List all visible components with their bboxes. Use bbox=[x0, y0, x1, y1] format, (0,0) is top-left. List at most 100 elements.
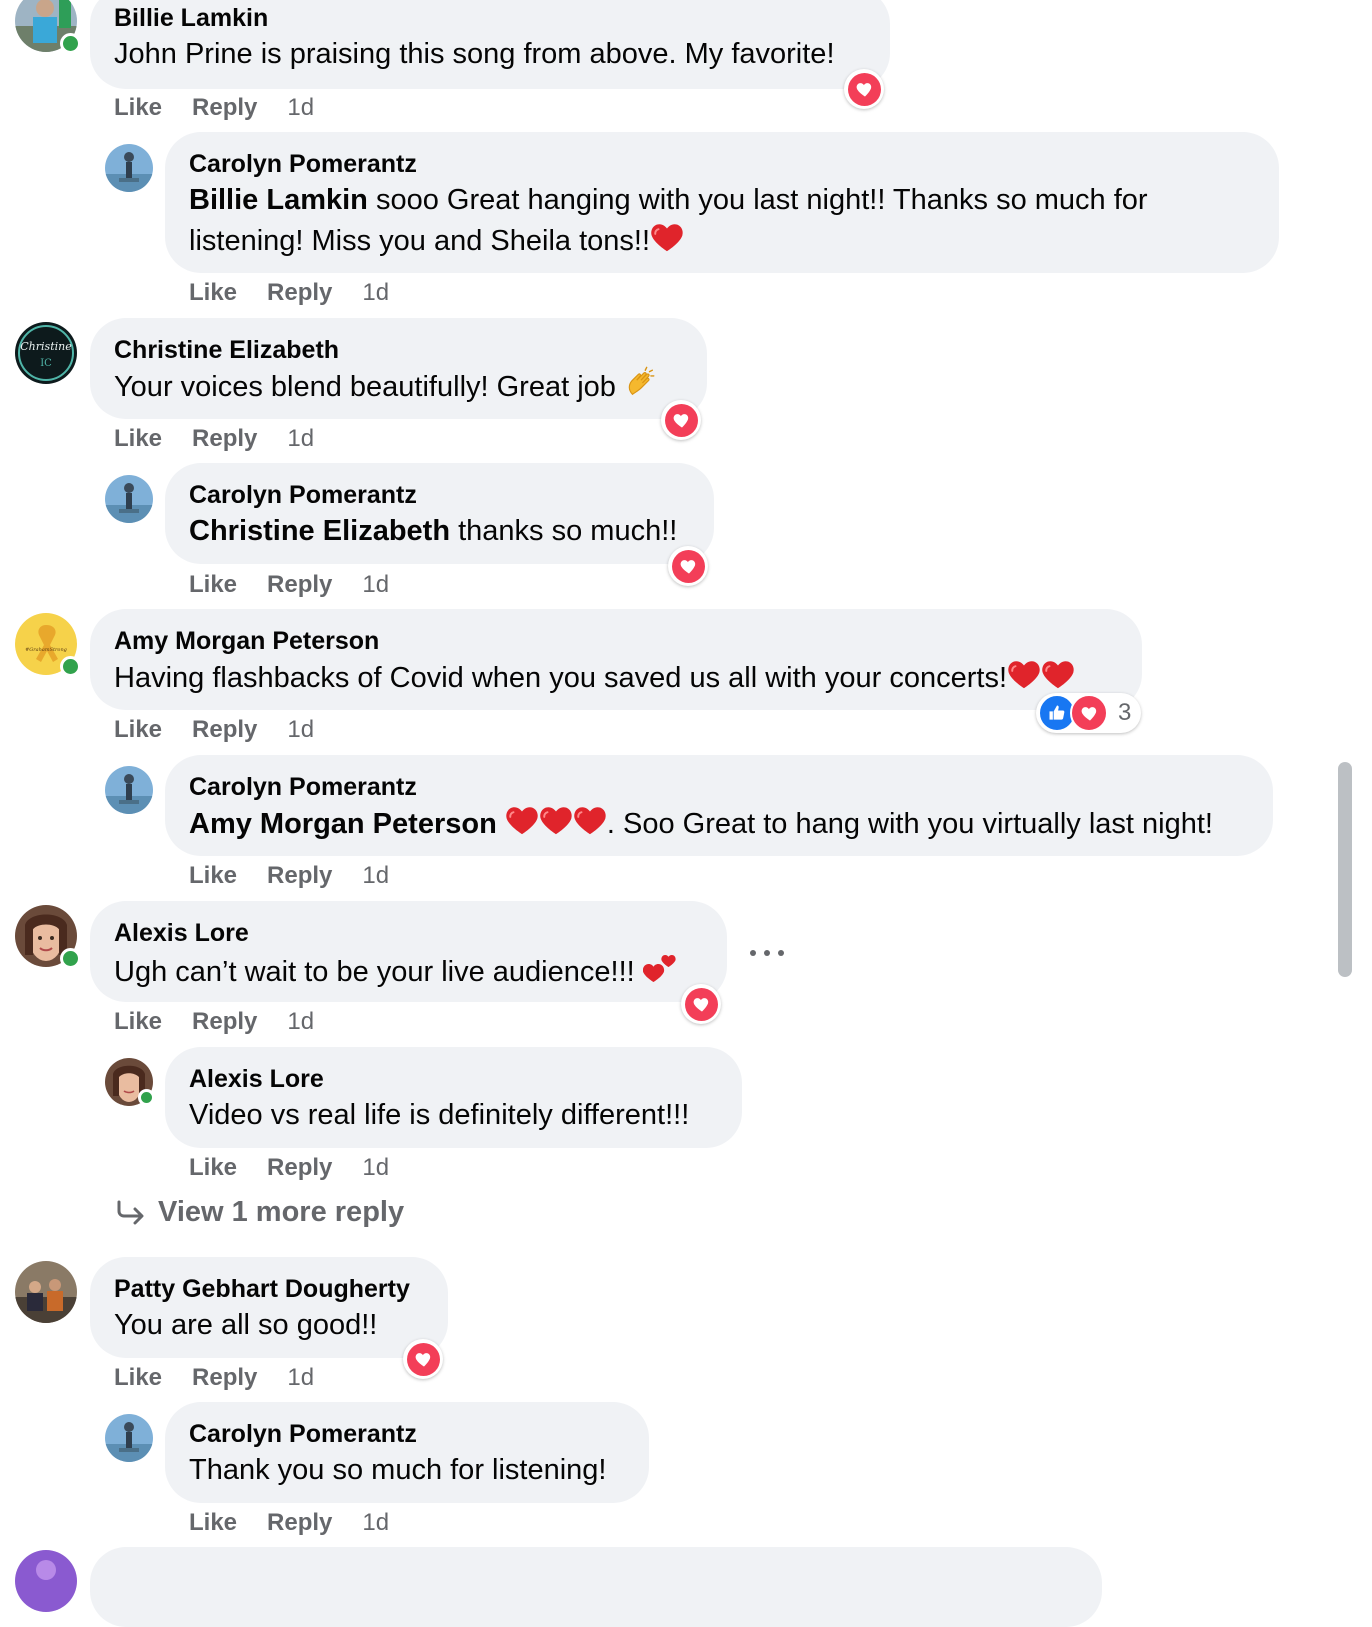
view-more-replies-link[interactable]: View 1 more reply bbox=[116, 1196, 404, 1229]
comment-text: Video vs real life is definitely differe… bbox=[189, 1099, 690, 1131]
mention-link[interactable]: Christine Elizabeth bbox=[189, 515, 450, 547]
reply-link[interactable]: Reply bbox=[192, 716, 257, 743]
comment-author[interactable]: Billie Lamkin bbox=[114, 4, 268, 33]
comment-actions: Like Reply 1d bbox=[114, 1008, 314, 1036]
comment-time[interactable]: 1d bbox=[362, 1154, 389, 1181]
comment-time[interactable]: 1d bbox=[362, 1509, 389, 1536]
comment-time[interactable]: 1d bbox=[362, 571, 389, 598]
two-hearts-emoji bbox=[642, 955, 676, 982]
avatar[interactable] bbox=[15, 905, 81, 969]
comment-actions: Like Reply 1d bbox=[189, 279, 389, 307]
scrollbar-thumb[interactable] bbox=[1338, 762, 1352, 977]
reply-link[interactable]: Reply bbox=[192, 1364, 257, 1391]
like-link[interactable]: Like bbox=[189, 862, 237, 889]
like-reaction-icon bbox=[1047, 703, 1067, 723]
comment-text: Having flashbacks of Covid when you save… bbox=[114, 657, 1075, 698]
love-reaction-badge[interactable] bbox=[661, 400, 701, 440]
reply-link[interactable]: Reply bbox=[267, 1509, 332, 1536]
avatar[interactable] bbox=[105, 1414, 153, 1462]
like-link[interactable]: Like bbox=[114, 425, 162, 452]
comment-text: Your voices blend beautifully! Great job bbox=[114, 366, 658, 407]
avatar[interactable] bbox=[105, 1058, 155, 1106]
love-reaction-icon bbox=[854, 79, 874, 99]
more-options-icon[interactable] bbox=[750, 938, 784, 968]
comment-time[interactable]: 1d bbox=[287, 1364, 314, 1391]
love-reaction-icon bbox=[1079, 703, 1099, 723]
comment-time[interactable]: 1d bbox=[287, 425, 314, 452]
love-reaction-badge[interactable] bbox=[844, 69, 884, 109]
love-reaction-icon bbox=[691, 994, 711, 1014]
comment-time[interactable]: 1d bbox=[287, 1008, 314, 1035]
like-link[interactable]: Like bbox=[114, 94, 162, 121]
comment-time[interactable]: 1d bbox=[287, 716, 314, 743]
like-link[interactable]: Like bbox=[189, 571, 237, 598]
comment-author[interactable]: Carolyn Pomerantz bbox=[189, 150, 417, 179]
reaction-count: 3 bbox=[1118, 699, 1132, 726]
reply-link[interactable]: Reply bbox=[192, 425, 257, 452]
avatar-logo-text: Christine bbox=[20, 340, 72, 353]
comment-bubble: Christine Elizabeth Your voices blend be… bbox=[90, 318, 707, 419]
comment-author[interactable]: Alexis Lore bbox=[189, 1065, 324, 1094]
reply-link[interactable]: Reply bbox=[192, 1008, 257, 1035]
avatar[interactable] bbox=[15, 0, 81, 54]
comment-bubble: Amy Morgan Peterson Having flashbacks of… bbox=[90, 609, 1142, 710]
online-status-dot bbox=[60, 33, 81, 54]
red-heart-emoji bbox=[1041, 657, 1075, 691]
avatar[interactable] bbox=[15, 1261, 77, 1323]
comment-time[interactable]: 1d bbox=[362, 279, 389, 306]
like-link[interactable]: Like bbox=[189, 1154, 237, 1181]
comment-author[interactable]: Alexis Lore bbox=[114, 919, 249, 948]
comment-time[interactable]: 1d bbox=[362, 862, 389, 889]
clapping-hands-emoji bbox=[628, 366, 655, 396]
comment-bubble: Carolyn Pomerantz Thank you so much for … bbox=[165, 1402, 649, 1503]
avatar[interactable] bbox=[105, 766, 153, 814]
reply-link[interactable]: Reply bbox=[267, 862, 332, 889]
comment-author[interactable]: Carolyn Pomerantz bbox=[189, 481, 417, 510]
comment-author[interactable]: Carolyn Pomerantz bbox=[189, 1420, 417, 1449]
reaction-summary[interactable]: 3 bbox=[1036, 693, 1142, 733]
red-heart-emoji bbox=[573, 803, 607, 837]
comment-bubble: Billie Lamkin John Prine is praising thi… bbox=[90, 0, 890, 89]
online-status-dot bbox=[138, 1089, 155, 1106]
comment-time[interactable]: 1d bbox=[287, 94, 314, 121]
love-reaction-badge[interactable] bbox=[668, 546, 708, 586]
comment-text: Amy Morgan Peterson . Soo Great to hang … bbox=[189, 803, 1213, 844]
comment-actions: Like Reply 1d bbox=[189, 1154, 389, 1182]
comment-actions: Like Reply 1d bbox=[189, 571, 389, 599]
avatar-logo-text: #GrahamStrong bbox=[25, 647, 67, 653]
reply-link[interactable]: Reply bbox=[267, 571, 332, 598]
avatar[interactable] bbox=[15, 1550, 77, 1612]
red-heart-emoji bbox=[539, 803, 573, 837]
avatar[interactable] bbox=[105, 475, 153, 523]
comment-author[interactable]: Amy Morgan Peterson bbox=[114, 627, 379, 656]
avatar[interactable]: #GrahamStrong bbox=[15, 613, 81, 677]
love-reaction-icon bbox=[678, 556, 698, 576]
like-link[interactable]: Like bbox=[189, 279, 237, 306]
reply-link[interactable]: Reply bbox=[267, 1154, 332, 1181]
comment-bubble: Alexis Lore Ugh can’t wait to be your li… bbox=[90, 901, 727, 1002]
like-link[interactable]: Like bbox=[114, 1364, 162, 1391]
comment-actions: Like Reply 1d bbox=[114, 716, 314, 744]
reply-link[interactable]: Reply bbox=[192, 94, 257, 121]
comment-text: Thank you so much for listening! bbox=[189, 1454, 607, 1486]
love-reaction-icon bbox=[413, 1349, 433, 1369]
online-status-dot bbox=[60, 656, 81, 677]
comment-bubble bbox=[90, 1547, 1102, 1627]
mention-link[interactable]: Amy Morgan Peterson bbox=[189, 808, 497, 840]
like-link[interactable]: Like bbox=[114, 716, 162, 743]
love-reaction-badge[interactable] bbox=[403, 1339, 443, 1379]
avatar[interactable]: Christine IC bbox=[15, 322, 77, 384]
reply-link[interactable]: Reply bbox=[267, 279, 332, 306]
comment-actions: Like Reply 1d bbox=[114, 425, 314, 453]
comment-author[interactable]: Carolyn Pomerantz bbox=[189, 773, 417, 802]
comment-text: Billie Lamkin sooo Great hanging with yo… bbox=[189, 184, 1148, 257]
avatar[interactable] bbox=[105, 144, 153, 192]
love-reaction-badge[interactable] bbox=[681, 984, 721, 1024]
mention-link[interactable]: Billie Lamkin bbox=[189, 184, 368, 216]
red-heart-emoji bbox=[505, 803, 539, 837]
comment-author[interactable]: Christine Elizabeth bbox=[114, 336, 339, 365]
like-link[interactable]: Like bbox=[189, 1509, 237, 1536]
comment-bubble: Carolyn Pomerantz Billie Lamkin sooo Gre… bbox=[165, 132, 1279, 273]
like-link[interactable]: Like bbox=[114, 1008, 162, 1035]
comment-author[interactable]: Patty Gebhart Dougherty bbox=[114, 1275, 410, 1304]
